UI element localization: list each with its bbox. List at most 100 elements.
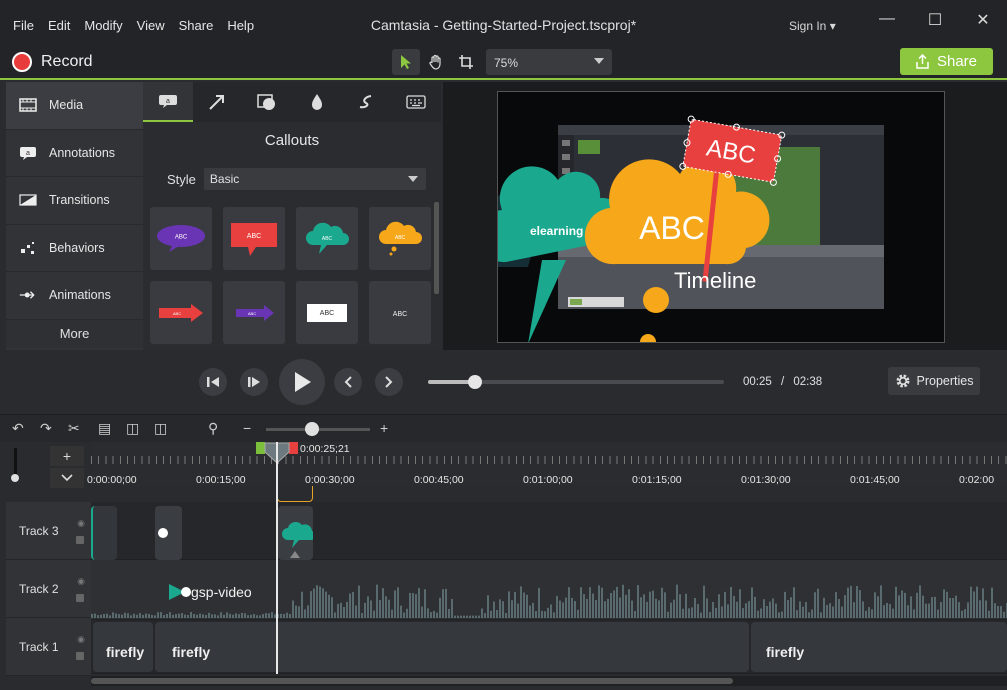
sign-in-button[interactable]: Sign In ▾ [789, 19, 836, 33]
callout-purple-arrow[interactable]: ABC [223, 281, 285, 344]
track1-clip[interactable] [155, 622, 749, 672]
total-time: 02:38 [793, 376, 823, 388]
callout-text-only[interactable]: ABC [369, 281, 431, 344]
playback-scrubber[interactable] [428, 375, 724, 389]
window-title: Camtasia - Getting-Started-Project.tscpr… [370, 17, 637, 33]
eye-icon[interactable]: ◉ [77, 634, 85, 645]
maximize-icon[interactable]: ☐ [911, 10, 959, 30]
collapse-tracks-icon[interactable] [50, 468, 84, 488]
properties-button[interactable]: Properties [888, 367, 980, 395]
callout-tab-icon[interactable]: a [143, 82, 193, 122]
selection-end-handle[interactable] [289, 442, 298, 454]
ruler-label: 0:01:45;00 [850, 474, 900, 486]
minimize-icon[interactable]: — [863, 10, 911, 30]
track-header-1[interactable]: Track 1 ◉ [6, 618, 91, 676]
callout-text: ABC [320, 310, 334, 317]
sidebar-item-transitions[interactable]: Transitions [6, 177, 143, 225]
track-name: Track 1 [19, 639, 59, 654]
track3-clip[interactable] [91, 506, 117, 560]
share-button[interactable]: Share [900, 48, 993, 75]
keyboard-tab-icon[interactable] [391, 82, 441, 122]
scrollbar-thumb[interactable] [91, 678, 733, 684]
redo-icon[interactable]: ↷ [40, 420, 52, 437]
crop-tool-icon[interactable] [452, 49, 480, 75]
step-forward-button[interactable] [240, 368, 268, 396]
blur-tab-icon[interactable] [292, 82, 342, 122]
time-display: 00:25 / 02:38 [743, 376, 822, 388]
select-tool-icon[interactable] [392, 49, 420, 75]
time-separator: / [780, 376, 785, 388]
paste-icon[interactable]: ◫ [126, 420, 139, 437]
undo-icon[interactable]: ↶ [12, 420, 24, 437]
play-button[interactable] [279, 359, 325, 405]
split-icon[interactable]: ◫ [154, 420, 167, 437]
callout-text: ABC [248, 311, 256, 316]
pan-tool-icon[interactable] [422, 49, 450, 75]
step-back-button[interactable] [199, 368, 227, 396]
sketch-tab-icon[interactable] [341, 82, 391, 122]
arrow-tab-icon[interactable] [193, 82, 243, 122]
callout-white-box[interactable]: ABC [296, 281, 358, 344]
lock-icon[interactable] [76, 536, 84, 544]
callout-orange-cloud[interactable]: ABC [369, 207, 431, 270]
panel-scrollbar[interactable] [434, 202, 439, 294]
sidebar-item-label: Annotations [49, 145, 116, 160]
zoom-out-icon[interactable]: − [243, 420, 251, 436]
canvas-preview[interactable]: elearning ABC ABC Timeline [497, 91, 945, 343]
clip-handle[interactable] [181, 587, 191, 597]
sidebar-item-animations[interactable]: Animations [6, 272, 143, 320]
cut-icon[interactable]: ✂ [68, 420, 80, 437]
svg-text:a: a [26, 150, 30, 157]
close-icon[interactable]: ✕ [959, 10, 1007, 30]
more-button[interactable]: More [6, 319, 143, 348]
callout-text: ABC [322, 236, 333, 242]
zoom-dropdown[interactable]: 75% [486, 49, 612, 75]
annotation-tabs: a [143, 82, 441, 122]
eye-icon[interactable]: ◉ [77, 518, 85, 529]
timeline-horizontal-scrollbar[interactable] [91, 676, 1007, 686]
scrubber-handle[interactable] [468, 375, 483, 389]
timeline-zoom-handle[interactable] [305, 422, 319, 436]
previous-marker-button[interactable] [334, 368, 362, 396]
selected-clip-indicator[interactable] [277, 486, 313, 502]
record-button[interactable]: Record [12, 52, 93, 72]
style-row: Style Basic [167, 168, 426, 190]
svg-text:a: a [166, 98, 170, 105]
ruler-label: 0:01:00;00 [523, 474, 573, 486]
callout-red-arrow[interactable]: ABC [150, 281, 212, 344]
playhead-line[interactable] [276, 442, 278, 674]
cloud-text-abc: ABC [639, 210, 705, 246]
callout-red-box[interactable]: ABC [223, 207, 285, 270]
cloud-text-elearning: elearning [530, 224, 583, 238]
chevron-left-icon [344, 376, 352, 388]
add-track-icon[interactable]: + [50, 446, 84, 466]
callout-teal-cloud[interactable]: ABC [296, 207, 358, 270]
sidebar-item-media[interactable]: Media [6, 82, 143, 130]
lock-icon[interactable] [76, 594, 84, 602]
callout-text: ABC [393, 311, 407, 318]
timeline-ruler[interactable]: 0:00:00;00 0:00:15;00 0:00:30;00 0:00:45… [87, 442, 1007, 486]
eye-icon[interactable]: ◉ [77, 576, 85, 587]
clip-label-gsp-video: gsp-video [191, 584, 252, 600]
track-3 [91, 502, 1007, 560]
next-marker-button[interactable] [375, 368, 403, 396]
track-header-2[interactable]: Track 2 ◉ [6, 560, 91, 618]
track3-clip[interactable] [155, 506, 182, 560]
lock-icon[interactable] [76, 652, 84, 660]
copy-icon[interactable]: ▤ [98, 420, 111, 437]
track3-callout-clip[interactable] [278, 506, 315, 560]
track-height-handle[interactable] [11, 474, 19, 482]
sidebar-item-behaviors[interactable]: Behaviors [6, 225, 143, 272]
callout-purple-bubble[interactable]: ABC [150, 207, 212, 270]
playback-bar: 00:25 / 02:38 Properties [0, 350, 1007, 414]
shape-tab-icon[interactable] [242, 82, 292, 122]
clip-label-firefly: firefly [766, 644, 805, 660]
current-time: 00:25 [743, 376, 772, 388]
tools-sidebar: Media a Annotations Transitions Behavior… [6, 82, 143, 350]
sidebar-item-annotations[interactable]: a Annotations [6, 130, 143, 177]
style-dropdown[interactable]: Basic [203, 168, 426, 190]
zoom-in-icon[interactable]: + [380, 420, 388, 436]
clip-label-firefly: firefly [106, 644, 145, 660]
search-icon[interactable]: ⚲ [208, 420, 218, 437]
track-header-3[interactable]: Track 3 ◉ [6, 502, 91, 560]
